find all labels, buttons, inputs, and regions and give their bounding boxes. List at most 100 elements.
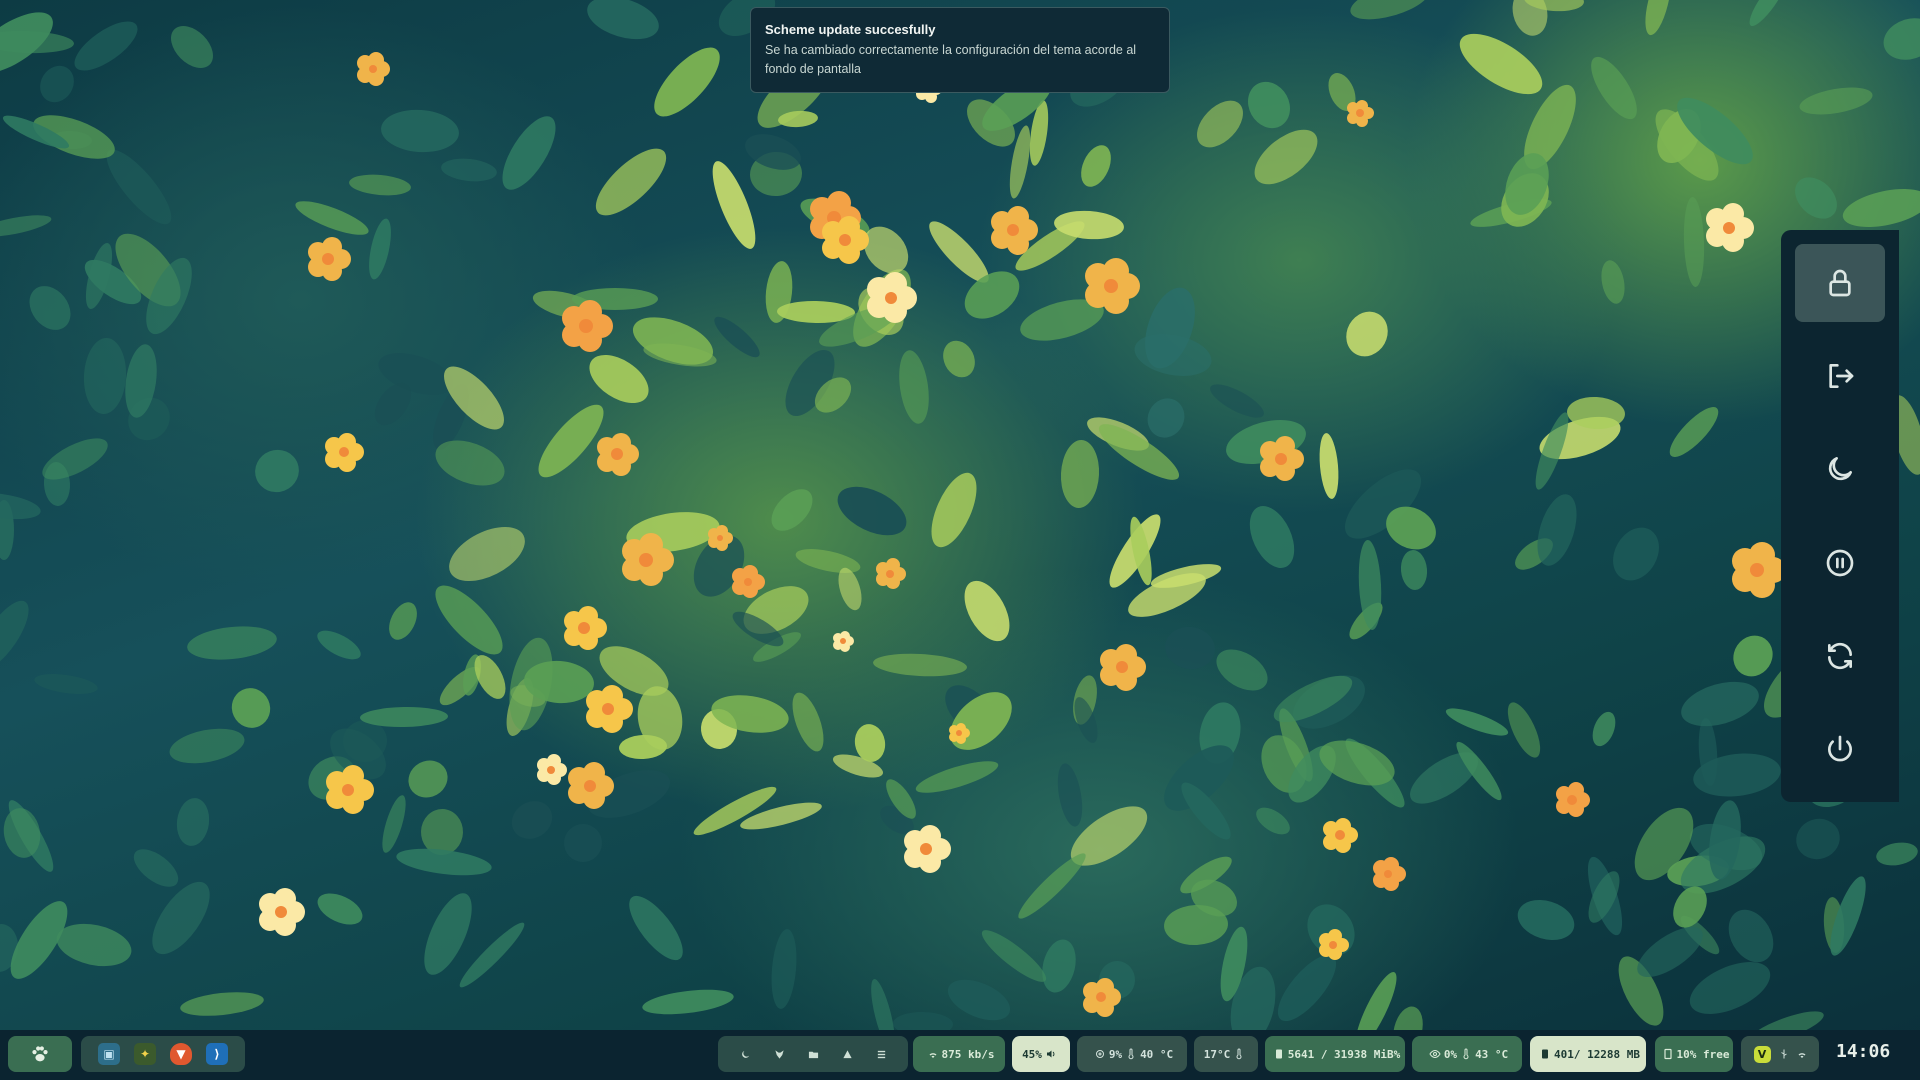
wallpaper-leaf [873, 653, 967, 677]
wallpaper-leaf [1249, 506, 1295, 568]
wallpaper-leaf [792, 692, 824, 752]
vram-widget[interactable]: 401/ 12288 MB [1530, 1036, 1646, 1072]
memory-usage: 5641 / 31938 MiB% [1287, 1047, 1401, 1061]
wallpaper-leaf [441, 158, 497, 182]
wallpaper-flower [1732, 542, 1786, 598]
desktop-wallpaper [0, 0, 1920, 1080]
volume-widget[interactable]: 45% [1012, 1036, 1070, 1072]
workspace-fox-icon[interactable] [768, 1043, 790, 1065]
wallpaper-leaf [169, 728, 245, 764]
wallpaper-leaf [176, 798, 210, 846]
wallpaper-leaf [1254, 129, 1318, 185]
wallpaper-leaf [1057, 763, 1083, 827]
wallpaper-leaf [0, 600, 29, 670]
python-icon[interactable]: ✦ [134, 1043, 156, 1065]
wallpaper-flower [1085, 258, 1140, 314]
launcher-button[interactable] [8, 1036, 72, 1072]
brave-icon[interactable]: ▼ [170, 1043, 192, 1065]
wallpaper-leaf [369, 218, 391, 280]
wallpaper-leaf [1346, 311, 1388, 357]
wallpaper-leaf [587, 0, 659, 40]
logout-button[interactable] [1795, 337, 1885, 415]
wallpaper-flower [357, 52, 390, 86]
wallpaper-leaf [654, 47, 720, 117]
disk-widget[interactable]: 10% free [1655, 1036, 1733, 1072]
wallpaper-leaf [255, 449, 299, 493]
weather-temperature: 17°C [1203, 1047, 1231, 1061]
wallpaper-leaf [1796, 818, 1840, 860]
wallpaper-leaf [1876, 842, 1918, 866]
wallpaper-leaf [295, 201, 369, 235]
workspace-bell-icon[interactable] [836, 1043, 858, 1065]
wallpaper-flower [904, 825, 951, 873]
pinned-apps: ▣ ✦ ▼ ⟩ [81, 1036, 245, 1072]
memory-widget[interactable]: 5641 / 31938 MiB% [1265, 1036, 1405, 1072]
window-icon[interactable]: ▣ [98, 1043, 120, 1065]
workspace-moon-icon[interactable] [734, 1043, 756, 1065]
wallpaper-leaf [317, 630, 361, 660]
wallpaper-leaf [0, 30, 74, 54]
notification-toast[interactable]: Scheme update succesfully Se ha cambiado… [750, 7, 1170, 93]
weather-widget[interactable]: 17°C [1194, 1036, 1258, 1072]
workspace-switcher [718, 1036, 908, 1072]
wallpaper-leaf [964, 580, 1010, 642]
wallpaper-leaf [40, 65, 74, 103]
suspend-button[interactable] [1795, 524, 1885, 602]
network-speed: 875 kb/s [941, 1047, 995, 1061]
workspace-list-icon[interactable] [870, 1043, 892, 1065]
lock-button[interactable] [1795, 244, 1885, 322]
wallpaper-leaf [642, 989, 734, 1015]
taskbar: ▣ ✦ ▼ ⟩ 875 kb/s 45% 9% 40 °C 17°C 5641 … [0, 1030, 1920, 1080]
notification-body: Se ha cambiado correctamente la configur… [765, 43, 1137, 76]
disk-free: 10% free [1676, 1047, 1730, 1061]
wallpaper-leaf [1883, 18, 1920, 60]
wallpaper-flower [1373, 857, 1406, 891]
network-widget[interactable]: 875 kb/s [913, 1036, 1005, 1072]
thermometer-icon [1460, 1048, 1472, 1060]
shutdown-button[interactable] [1795, 710, 1885, 788]
wallpaper-leaf [1081, 145, 1111, 187]
memory-icon [1273, 1048, 1285, 1060]
clock[interactable]: 14:06 [1836, 1041, 1890, 1062]
wallpaper-leaf [947, 979, 1011, 1021]
wallpaper-flower [259, 888, 305, 936]
wallpaper-flower [597, 433, 639, 476]
wifi-tray-icon[interactable] [1796, 1048, 1808, 1060]
wallpaper-flower [308, 237, 351, 281]
wallpaper-leaf [1728, 909, 1774, 963]
paw-icon [32, 1046, 48, 1062]
vram-usage: 401/ 12288 MB [1553, 1047, 1641, 1061]
wallpaper-leaf [1689, 962, 1771, 1014]
wallpaper-leaf [771, 489, 813, 531]
wallpaper-leaf [1256, 807, 1290, 835]
wallpaper-leaf [1681, 681, 1759, 727]
wallpaper-leaf [502, 116, 556, 190]
usb-icon[interactable] [1778, 1048, 1790, 1060]
cpu-temperature: 40 °C [1140, 1047, 1174, 1061]
vim-icon[interactable]: V [1753, 1045, 1771, 1063]
wallpaper-leaf [317, 893, 363, 925]
wifi-icon [927, 1048, 939, 1060]
wallpaper-leaf [171, 26, 213, 68]
wallpaper-flower [537, 754, 567, 785]
gpu-widget[interactable]: 0% 43 °C [1412, 1036, 1522, 1072]
wallpaper-leaf [837, 486, 907, 536]
cpu-widget[interactable]: 9% 40 °C [1077, 1036, 1187, 1072]
wallpaper-leaf [187, 626, 277, 660]
wallpaper-leaf [899, 350, 929, 424]
disk-icon [1662, 1048, 1674, 1060]
vram-icon [1539, 1048, 1551, 1060]
wallpaper-leaf [1749, 0, 1787, 26]
vscode-icon[interactable]: ⟩ [206, 1043, 228, 1065]
notification-title: Scheme update succesfully [765, 22, 936, 37]
wallpaper-flower [564, 606, 607, 650]
wallpaper-leaf [1799, 87, 1873, 115]
wallpaper-leaf [1210, 384, 1264, 418]
wallpaper-leaf [1197, 100, 1243, 148]
workspace-folder-icon[interactable] [802, 1043, 824, 1065]
gpu-usage: 0% [1443, 1047, 1458, 1061]
sleep-button[interactable] [1795, 430, 1885, 508]
reboot-button[interactable] [1795, 617, 1885, 695]
wallpaper-leaf [382, 795, 406, 853]
volume-level: 45% [1022, 1047, 1042, 1061]
